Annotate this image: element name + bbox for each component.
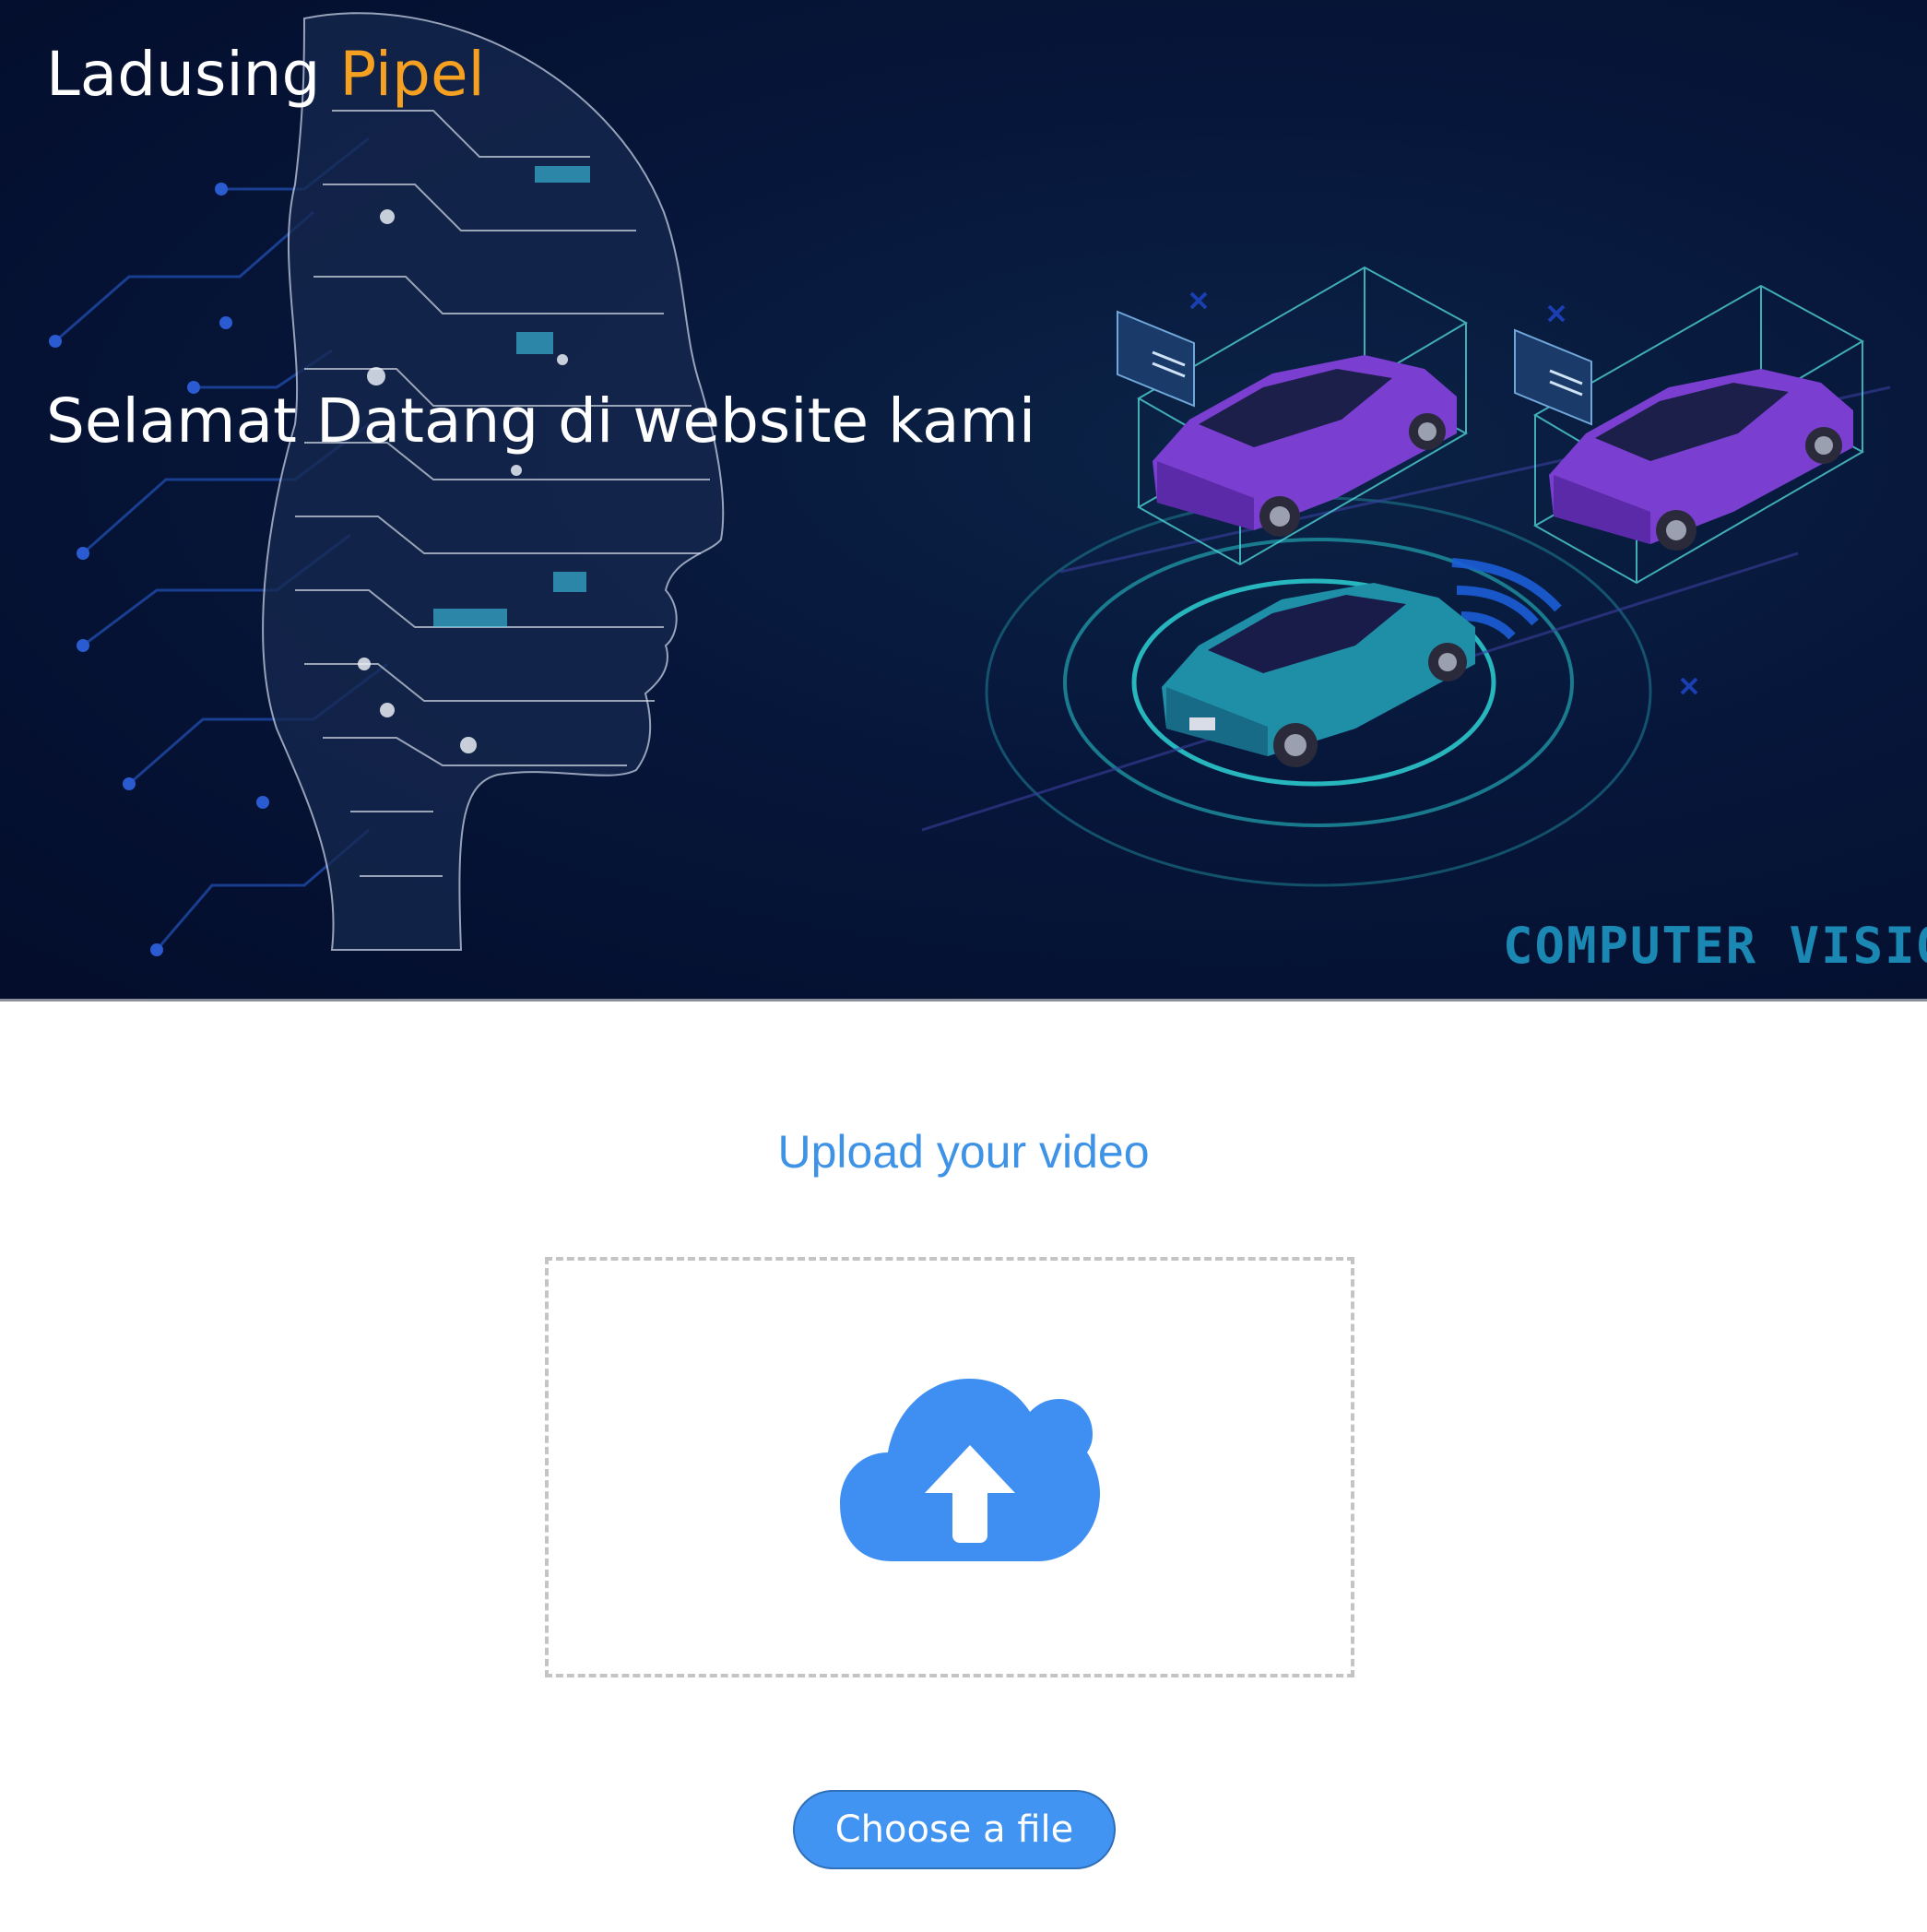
cloud-upload-icon[interactable] bbox=[840, 1379, 1100, 1563]
section-divider bbox=[0, 999, 1927, 1002]
hero-caption: COMPUTER VISION bbox=[1503, 917, 1927, 975]
brand-logo[interactable]: Ladusing Pipel bbox=[46, 39, 485, 110]
brand-name: Ladusing bbox=[46, 39, 321, 110]
hero-banner: Ladusing Pipel Selamat Datang di website… bbox=[0, 0, 1927, 999]
brand-accent: Pipel bbox=[339, 39, 485, 110]
upload-title: Upload your video bbox=[777, 1126, 1150, 1178]
welcome-heading: Selamat Datang di website kami bbox=[46, 385, 1036, 456]
choose-file-button[interactable]: Choose a file bbox=[793, 1790, 1116, 1869]
hero-illustration bbox=[49, 12, 1891, 956]
